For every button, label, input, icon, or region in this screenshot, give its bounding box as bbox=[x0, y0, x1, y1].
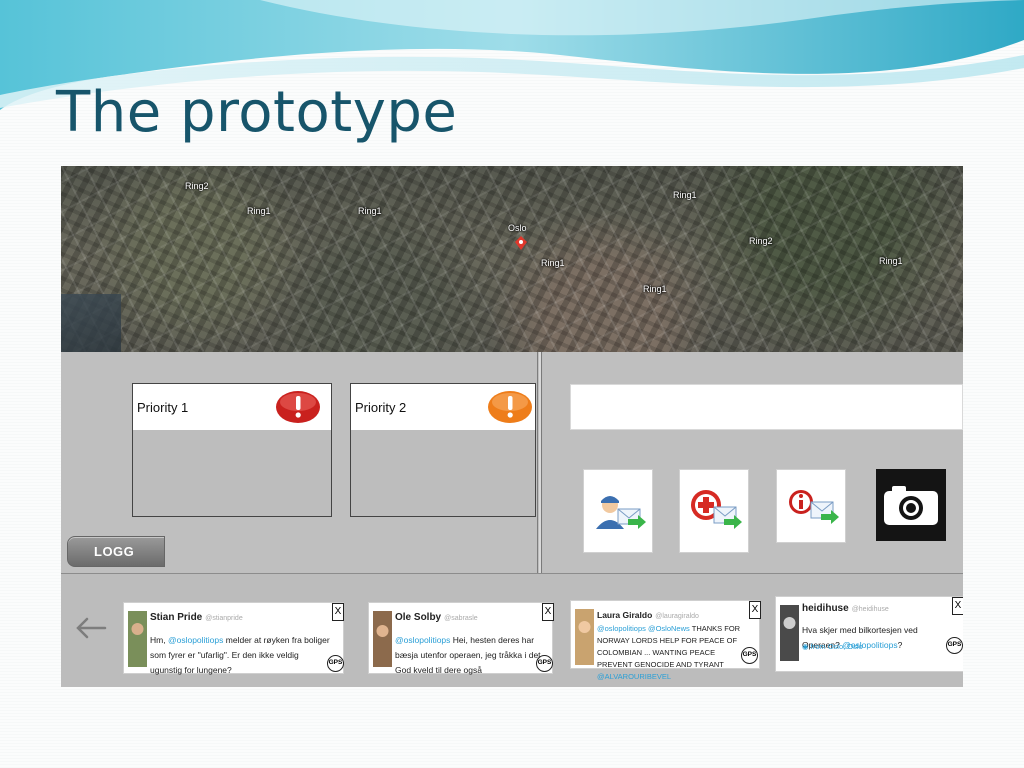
tweet-author: Stian Pride @stianpride bbox=[150, 612, 243, 623]
tweet-location: ◉ from Oslo, Oslo bbox=[802, 642, 863, 651]
close-tweet-button[interactable]: X bbox=[952, 597, 963, 615]
camera-icon bbox=[884, 486, 938, 525]
priority-2-box[interactable]: Priority 2 bbox=[350, 383, 536, 517]
close-tweet-button[interactable]: X bbox=[332, 603, 344, 621]
tweet-card[interactable]: Laura Giraldo @lauragiraldo @oslopolitiop… bbox=[570, 600, 761, 681]
alert-orange-icon bbox=[488, 391, 532, 423]
close-tweet-button[interactable]: X bbox=[749, 601, 761, 619]
tweet-text: Hm, @oslopolitiops melder at røyken fra … bbox=[150, 635, 330, 675]
close-tweet-button[interactable]: X bbox=[542, 603, 554, 621]
priority-1-box[interactable]: Priority 1 bbox=[132, 383, 332, 517]
tweet-card[interactable]: heidihuse @heidihuse Hva skjer med bilkor… bbox=[775, 596, 963, 672]
send-emergency-button[interactable] bbox=[679, 469, 749, 553]
logg-button[interactable]: LOGG bbox=[67, 536, 165, 567]
camera-button[interactable] bbox=[876, 469, 946, 541]
avatar bbox=[373, 611, 392, 667]
map-label-road: Ring1 bbox=[879, 256, 903, 266]
map-label-road: Ring2 bbox=[185, 181, 209, 191]
emergency-message-icon bbox=[691, 490, 742, 529]
app-prototype: Oslo Ring1 Ring1 Ring1 Ring1 Ring1 Ring2… bbox=[61, 166, 963, 687]
back-arrow-icon[interactable] bbox=[73, 614, 109, 642]
alert-red-icon bbox=[276, 391, 320, 423]
map-label-road: Ring2 bbox=[749, 236, 773, 246]
tweet-card[interactable]: Stian Pride @stianpride Hm, @oslopolitiop… bbox=[123, 602, 344, 675]
map-label-road: Ring1 bbox=[541, 258, 565, 268]
panel-divider bbox=[539, 352, 542, 573]
map-water bbox=[61, 294, 121, 352]
priority-2-label: Priority 2 bbox=[355, 399, 407, 415]
map-label-road: Ring1 bbox=[643, 284, 667, 294]
map-label-road: Ring1 bbox=[247, 206, 271, 216]
satellite-map[interactable]: Oslo Ring1 Ring1 Ring1 Ring1 Ring1 Ring2… bbox=[61, 166, 963, 352]
priority-1-label: Priority 1 bbox=[137, 399, 189, 415]
tweet-author: Ole Solby @sabrasle bbox=[395, 612, 478, 623]
tweet-author: Laura Giraldo @lauragiraldo bbox=[597, 610, 699, 620]
avatar bbox=[128, 611, 147, 667]
message-input[interactable] bbox=[570, 384, 963, 430]
avatar bbox=[780, 605, 799, 661]
map-label-road: Ring1 bbox=[358, 206, 382, 216]
slide-title: The prototype bbox=[56, 80, 458, 145]
tweet-author: heidihuse @heidihuse bbox=[802, 603, 889, 614]
info-message-icon bbox=[789, 490, 839, 524]
priority-2-header[interactable]: Priority 2 bbox=[351, 384, 535, 430]
location-pin-icon: ◉ bbox=[802, 642, 809, 651]
officer-message-icon bbox=[596, 496, 646, 529]
gps-icon[interactable]: GPS bbox=[946, 637, 963, 654]
avatar bbox=[575, 609, 594, 665]
send-to-officer-button[interactable] bbox=[583, 469, 653, 553]
map-label-road: Ring1 bbox=[673, 190, 697, 200]
map-marker-icon[interactable] bbox=[514, 236, 528, 250]
send-info-button[interactable] bbox=[776, 469, 846, 543]
gps-icon[interactable]: GPS bbox=[327, 655, 344, 672]
gps-icon[interactable]: GPS bbox=[741, 647, 758, 664]
gps-icon[interactable]: GPS bbox=[536, 655, 553, 672]
tweet-card[interactable]: Ole Solby @sabrasle @oslopolitiops Hei, h… bbox=[368, 602, 554, 675]
map-label-city: Oslo bbox=[508, 223, 527, 233]
priority-1-header[interactable]: Priority 1 bbox=[133, 384, 331, 430]
tweet-text: @oslopolitiops @OsloNews THANKS FOR NORW… bbox=[597, 624, 741, 681]
tweet-text: @oslopolitiops Hei, hesten deres har bæs… bbox=[395, 635, 543, 675]
